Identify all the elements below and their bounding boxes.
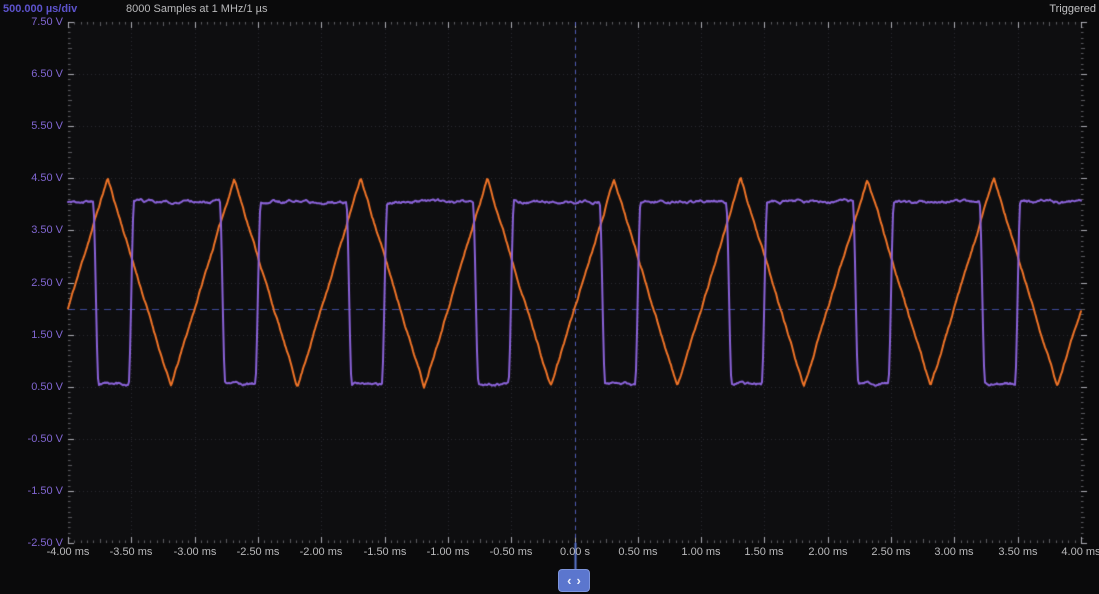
x-axis-label: 1.50 ms [744,546,784,558]
x-axis-label: -2.00 ms [299,546,343,558]
x-axis-label: -2.50 ms [236,546,280,558]
y-axis-label: 3.50 V [31,224,63,236]
x-axis-label: 3.50 ms [998,546,1038,558]
y-axis-label: 6.50 V [31,68,63,80]
timeline-pan-button[interactable]: ‹ › [558,569,590,592]
x-axis-label: 2.00 ms [808,546,848,558]
x-axis-label: -1.00 ms [426,546,470,558]
timebase-readout: 500.000 µs/div [3,3,78,15]
x-axis-label: -3.00 ms [173,546,217,558]
x-axis-label: 0.50 ms [618,546,658,558]
scope-plot-canvas[interactable] [0,0,1099,594]
y-axis-label: 0.50 V [31,381,63,393]
chevron-left-icon: ‹ [567,573,572,588]
x-axis-label: 3.00 ms [934,546,974,558]
x-axis-label: 4.00 ms [1061,546,1099,558]
trigger-status: Triggered [1049,3,1096,15]
y-axis-label: 2.50 V [31,277,63,289]
x-axis-label: -0.50 ms [489,546,533,558]
chevron-right-icon: › [576,573,581,588]
y-axis-label: -1.50 V [27,485,63,497]
x-axis-label: -3.50 ms [109,546,153,558]
y-axis-label: 7.50 V [31,16,63,28]
x-axis-label: 0.00 s [560,546,590,558]
x-axis-label: -1.50 ms [363,546,407,558]
oscilloscope-view: 500.000 µs/div 8000 Samples at 1 MHz/1 µ… [0,0,1099,594]
y-axis-label: 1.50 V [31,329,63,341]
acquisition-info: 8000 Samples at 1 MHz/1 µs [126,3,268,15]
y-axis-label: -0.50 V [27,433,63,445]
y-axis-label: 4.50 V [31,172,63,184]
y-axis-label: 5.50 V [31,120,63,132]
x-axis-label: -4.00 ms [46,546,90,558]
x-axis-label: 2.50 ms [871,546,911,558]
x-axis-label: 1.00 ms [681,546,721,558]
